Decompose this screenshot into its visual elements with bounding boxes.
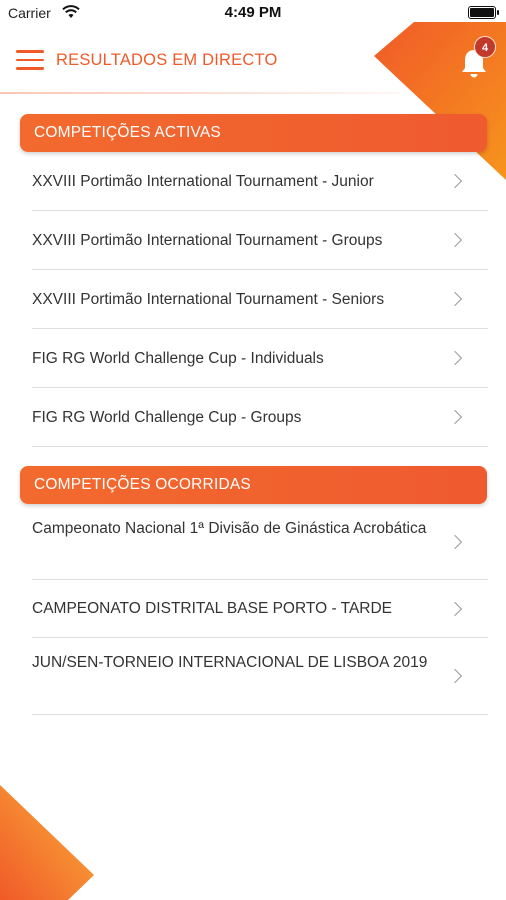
battery-icon: [468, 6, 499, 19]
page-title: RESULTADOS EM DIRECTO: [56, 51, 278, 69]
competition-name: FIG RG World Challenge Cup - Individuals: [32, 350, 324, 367]
list-item[interactable]: XXVIII Portimão International Tournament…: [32, 152, 488, 211]
list-item[interactable]: JUN/SEN-TORNEIO INTERNACIONAL DE LISBOA …: [32, 638, 488, 715]
list-item[interactable]: XXVIII Portimão International Tournament…: [32, 211, 488, 270]
list-item[interactable]: CAMPEONATO DISTRITAL BASE PORTO - TARDE: [32, 580, 488, 638]
list-item[interactable]: XXVIII Portimão International Tournament…: [32, 270, 488, 329]
list-item[interactable]: Campeonato Nacional 1ª Divisão de Ginást…: [32, 504, 488, 580]
section-header-past: COMPETIÇÕES OCORRIDAS: [20, 466, 487, 504]
past-competitions-list: Campeonato Nacional 1ª Divisão de Ginást…: [32, 504, 488, 715]
status-time: 4:49 PM: [224, 4, 282, 21]
competition-name: CAMPEONATO DISTRITAL BASE PORTO - TARDE: [32, 600, 393, 617]
active-competitions-list: XXVIII Portimão International Tournament…: [32, 152, 488, 447]
list-item[interactable]: FIG RG World Challenge Cup - Groups: [32, 388, 488, 447]
competition-name: XXVIII Portimão International Tournament…: [32, 232, 383, 249]
app-header: RESULTADOS EM DIRECTO: [0, 38, 506, 90]
list-item[interactable]: FIG RG World Challenge Cup - Individuals: [32, 329, 488, 388]
bottom-left-decoration: [0, 785, 94, 900]
section-header-active: COMPETIÇÕES ACTIVAS: [20, 114, 487, 152]
competition-name: FIG RG World Challenge Cup - Groups: [32, 409, 302, 426]
competition-name: XXVIII Portimão International Tournament…: [32, 173, 374, 190]
competition-name: XXVIII Portimão International Tournament…: [32, 291, 385, 308]
competition-name: Campeonato Nacional 1ª Divisão de Ginást…: [32, 520, 427, 537]
competition-name: JUN/SEN-TORNEIO INTERNACIONAL DE LISBOA …: [32, 654, 428, 671]
header-divider: [0, 92, 400, 94]
notification-badge: 4: [474, 36, 496, 58]
hamburger-menu-icon[interactable]: [16, 50, 46, 72]
status-bar: Carrier 4:49 PM: [0, 0, 506, 28]
